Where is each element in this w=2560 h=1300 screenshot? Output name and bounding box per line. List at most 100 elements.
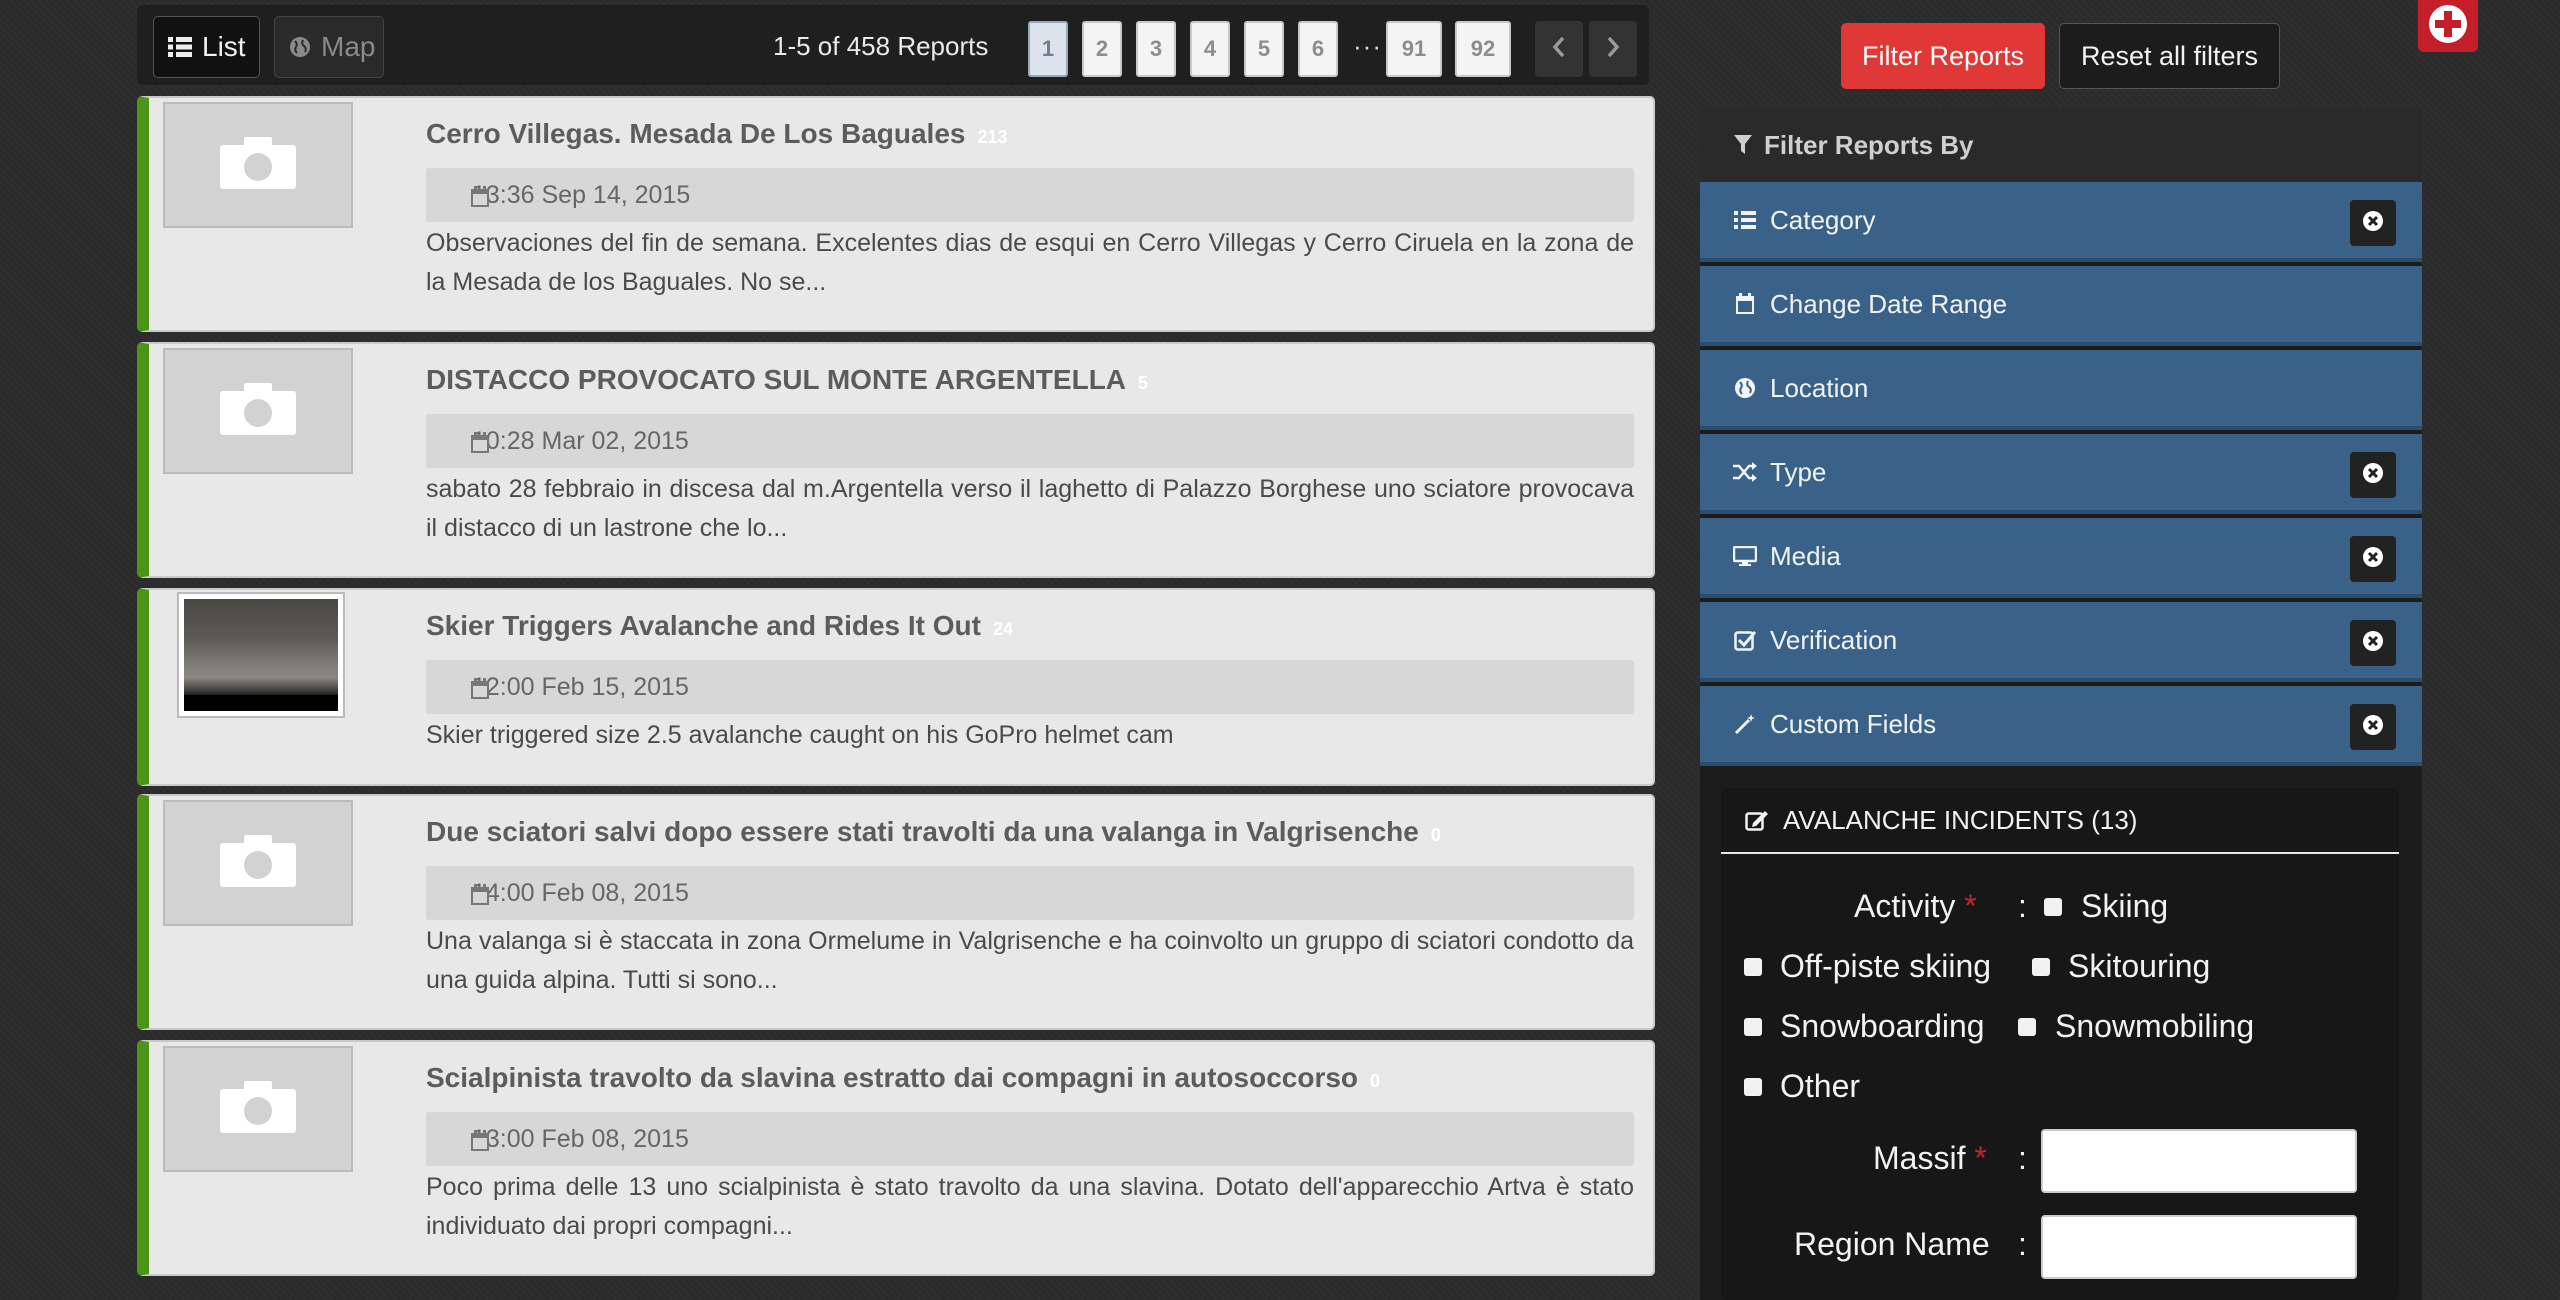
skiing-checkbox[interactable]: [2044, 898, 2062, 916]
comment-count: 5: [1138, 373, 1149, 393]
snowmobiling-checkbox[interactable]: [2018, 1018, 2036, 1036]
skiing-option-label: Skiing: [2081, 888, 2169, 924]
page-button-4[interactable]: 4: [1190, 21, 1230, 77]
page-button-2[interactable]: 2: [1082, 21, 1122, 77]
page-button-3[interactable]: 3: [1136, 21, 1176, 77]
region-name-colon: :: [2018, 1226, 2027, 1262]
calendar-icon: [470, 678, 490, 707]
report-card[interactable]: Skier Triggers Avalanche and Rides It Ou…: [137, 588, 1655, 786]
page-button-1[interactable]: 1: [1028, 21, 1068, 77]
report-title[interactable]: Scialpinista travolto da slavina estratt…: [426, 1062, 1380, 1094]
region-name-input[interactable]: [2041, 1215, 2357, 1279]
result-count: 1-5 of 458 Reports: [773, 31, 989, 61]
report-thumbnail[interactable]: [163, 348, 353, 474]
comment-count: 0: [1370, 1071, 1381, 1091]
clear-type-filter-button[interactable]: [2350, 452, 2396, 498]
report-description: sabato 28 febbraio in discesa dal m.Arge…: [426, 475, 1634, 542]
comment-count: 0: [1430, 825, 1441, 845]
form-header: AVALANCHE INCIDENTS (13): [1721, 788, 2399, 854]
report-thumbnail[interactable]: [163, 800, 353, 926]
clear-verification-filter-button[interactable]: [2350, 620, 2396, 666]
clear-category-filter-button[interactable]: [2350, 200, 2396, 246]
report-description: Una valanga si è staccata in zona Ormelu…: [426, 927, 1634, 994]
activity-label: Activity *: [1854, 888, 1977, 925]
filter-date-range-label: Change Date Range: [1770, 288, 2008, 319]
report-title[interactable]: Cerro Villegas. Mesada De Los Baguales 21…: [426, 118, 1008, 150]
filter-location[interactable]: Location: [1700, 350, 2422, 430]
other-option-label: Other: [1780, 1068, 1861, 1104]
skitouring-option-label: Skitouring: [2068, 948, 2211, 984]
report-date: 12:00 Feb 15, 2015: [426, 660, 1634, 714]
report-date-text: 13:00 Feb 08, 2015: [472, 1124, 689, 1153]
report-date-text: 10:28 Mar 02, 2015: [472, 426, 689, 455]
chevron-right-icon: [1605, 36, 1621, 63]
report-date: 10:28 Mar 02, 2015: [426, 414, 1634, 468]
filter-custom-fields[interactable]: Custom Fields: [1700, 686, 2422, 766]
report-title[interactable]: Due sciatori salvi dopo essere stati tra…: [426, 816, 1441, 848]
close-circle-icon: [2362, 628, 2384, 659]
off-piste-skiing-checkbox[interactable]: [1744, 958, 1762, 976]
map-view-label: Map: [321, 31, 376, 62]
globe-icon: [1732, 377, 1758, 399]
filter-reports-button[interactable]: Filter Reports: [1841, 23, 2045, 89]
calendar-icon: [470, 1130, 490, 1159]
massif-input[interactable]: [2041, 1129, 2357, 1193]
comment-count: 213: [977, 127, 1008, 147]
next-page-button[interactable]: [1589, 21, 1637, 77]
page-button-5[interactable]: 5: [1244, 21, 1284, 77]
region-name-label: Region Name: [1794, 1226, 1990, 1262]
page-ellipsis: ···: [1353, 31, 1382, 61]
clear-media-filter-button[interactable]: [2350, 536, 2396, 582]
calendar-icon: [470, 186, 490, 215]
report-title[interactable]: DISTACCO PROVOCATO SUL MONTE ARGENTELLA 5: [426, 364, 1148, 396]
page-button-6[interactable]: 6: [1298, 21, 1338, 77]
report-date: 13:00 Feb 08, 2015: [426, 1112, 1634, 1166]
required-mark: *: [1964, 888, 1977, 924]
report-card[interactable]: Scialpinista travolto da slavina estratt…: [137, 1040, 1655, 1276]
clear-custom-fields-filter-button[interactable]: [2350, 704, 2396, 750]
page-button-92[interactable]: 92: [1455, 21, 1511, 77]
activity-label-text: Activity: [1854, 888, 1956, 924]
massif-label-text: Massif: [1873, 1140, 1966, 1176]
massif-colon: :: [2018, 1140, 2027, 1176]
page-button-91[interactable]: 91: [1386, 21, 1442, 77]
filter-type[interactable]: Type: [1700, 434, 2422, 514]
report-card[interactable]: DISTACCO PROVOCATO SUL MONTE ARGENTELLA 5…: [137, 342, 1655, 578]
filter-type-label: Type: [1770, 456, 1827, 487]
report-thumbnail[interactable]: [163, 1046, 353, 1172]
list-view-button[interactable]: List: [153, 16, 260, 78]
report-thumbnail[interactable]: [163, 102, 353, 228]
custom-fields-form: AVALANCHE INCIDENTS (13) Activity * : Sk…: [1721, 788, 2399, 1300]
add-report-button[interactable]: [2418, 0, 2478, 52]
camera-icon: [216, 833, 300, 894]
filter-category-label: Category: [1770, 204, 1876, 235]
globe-icon: [289, 36, 311, 58]
filter-date-range[interactable]: Change Date Range: [1700, 266, 2422, 346]
report-title-text: Due sciatori salvi dopo essere stati tra…: [426, 816, 1419, 847]
reset-filters-button[interactable]: Reset all filters: [2059, 23, 2280, 89]
report-title-text: Scialpinista travolto da slavina estratt…: [426, 1062, 1359, 1093]
map-view-button[interactable]: Map: [274, 16, 384, 78]
filter-verification[interactable]: Verification: [1700, 602, 2422, 682]
report-title[interactable]: Skier Triggers Avalanche and Rides It Ou…: [426, 610, 1013, 642]
comment-count: 24: [992, 619, 1014, 639]
report-card[interactable]: Due sciatori salvi dopo essere stati tra…: [137, 794, 1655, 1030]
plus-circle-icon: [2426, 2, 2470, 51]
skitouring-checkbox[interactable]: [2032, 958, 2050, 976]
close-circle-icon: [2362, 544, 2384, 575]
close-circle-icon: [2362, 208, 2384, 239]
previous-page-button[interactable]: [1535, 21, 1583, 77]
filter-media[interactable]: Media: [1700, 518, 2422, 598]
snowboarding-checkbox[interactable]: [1744, 1018, 1762, 1036]
chevron-left-icon: [1551, 36, 1567, 63]
report-thumbnail[interactable]: [177, 592, 345, 718]
snowboarding-option-label: Snowboarding: [1780, 1008, 1985, 1044]
list-icon: [1732, 210, 1758, 230]
filter-icon: [1734, 135, 1752, 155]
calendar-icon: [470, 884, 490, 913]
other-checkbox[interactable]: [1744, 1078, 1762, 1096]
report-card[interactable]: Cerro Villegas. Mesada De Los Baguales 21…: [137, 96, 1655, 332]
filter-panel-title: Filter Reports By: [1764, 129, 1974, 160]
filter-category[interactable]: Category: [1700, 182, 2422, 262]
camera-icon: [216, 135, 300, 196]
